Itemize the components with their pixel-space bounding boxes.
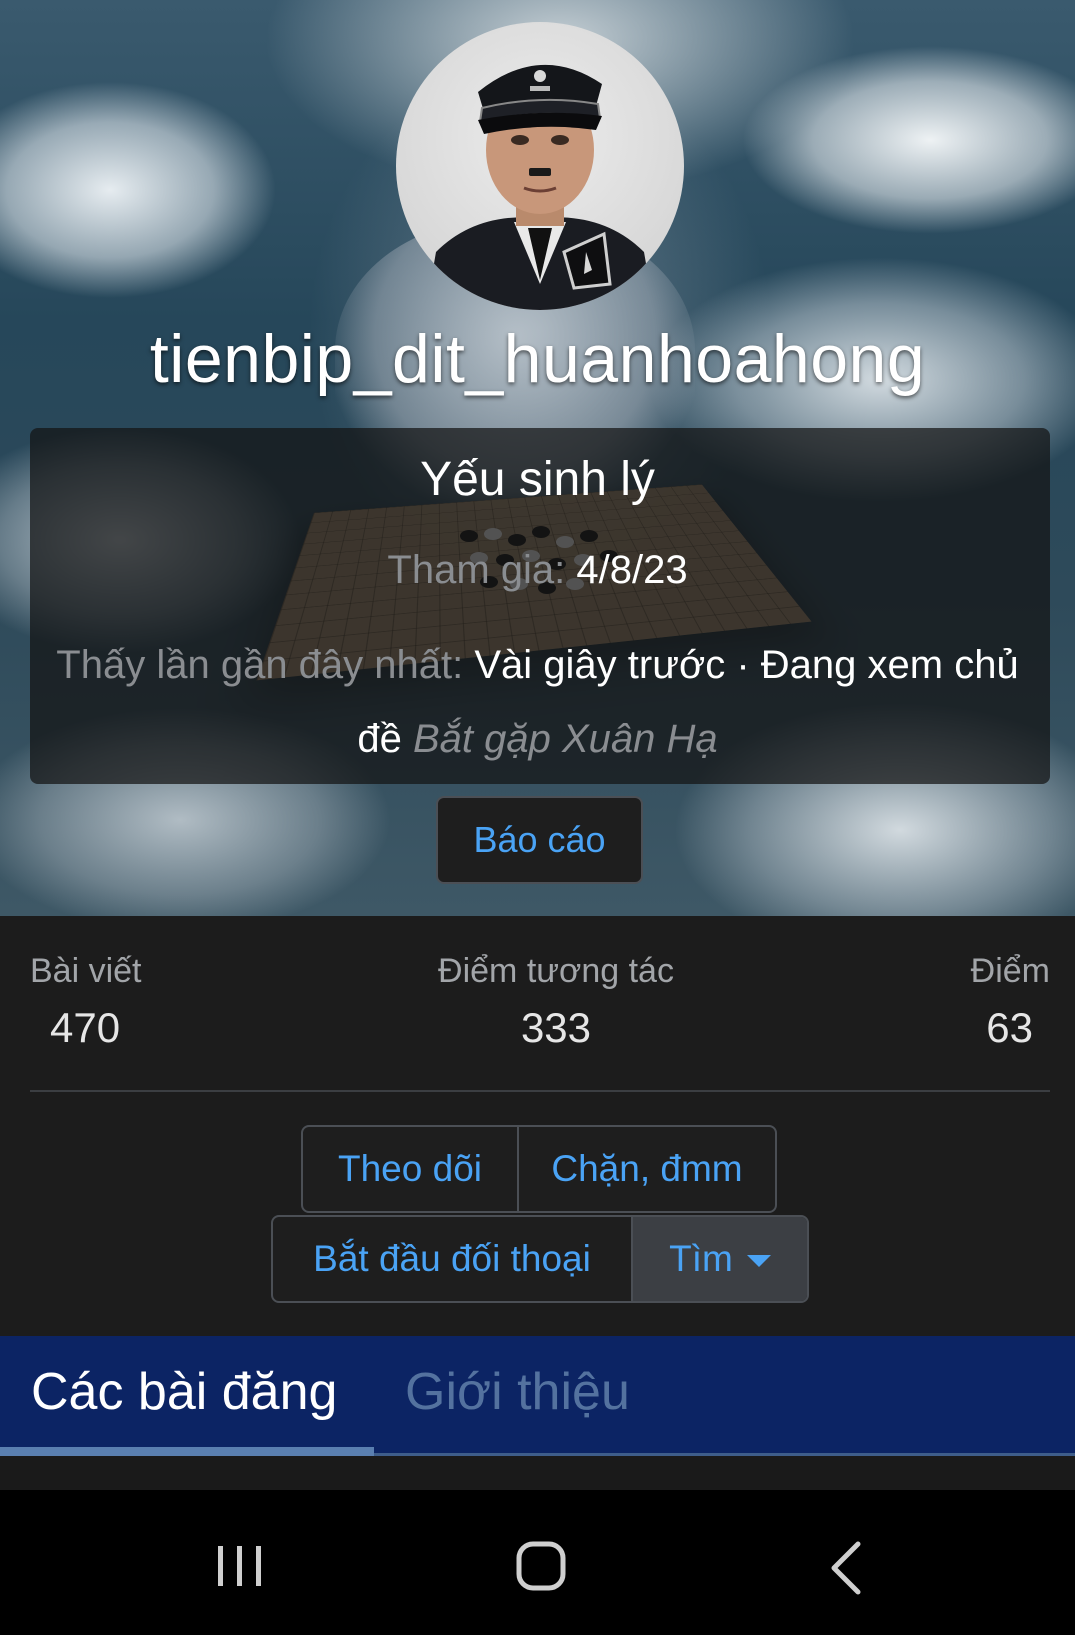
report-button[interactable]: Báo cáo xyxy=(436,796,643,884)
avatar[interactable] xyxy=(396,22,684,310)
joined-date: Tham gia: 4/8/23 xyxy=(0,548,1075,593)
avatar-portrait-image xyxy=(426,64,654,310)
follow-block-group: Theo dõi Chặn, đmm xyxy=(301,1125,777,1213)
tab-posts[interactable]: Các bài đăng xyxy=(31,1336,337,1456)
tab-content-area xyxy=(0,1456,1075,1490)
home-icon[interactable] xyxy=(512,1536,572,1601)
stats-divider xyxy=(30,1090,1050,1092)
follow-button[interactable]: Theo dõi xyxy=(303,1127,517,1211)
tab-about[interactable]: Giới thiệu xyxy=(405,1336,630,1456)
stat-reactions-value[interactable]: 333 xyxy=(0,1004,1075,1052)
stat-points-value[interactable]: 63 xyxy=(986,1004,1033,1052)
find-dropdown-button[interactable]: Tìm xyxy=(631,1217,807,1301)
stat-reactions-label: Điểm tương tác xyxy=(438,952,674,990)
member-profile-page: tienbip_dit_huanhoahong Yếu sinh lý Tham… xyxy=(0,0,1075,1635)
active-tab-indicator xyxy=(0,1447,374,1456)
last-seen-label: Thấy lần gần đây nhất: xyxy=(56,643,464,687)
last-seen: Thấy lần gần đây nhất: Vài giây trước · … xyxy=(50,628,1025,776)
last-seen-thread-link[interactable]: Bắt gặp Xuân Hạ xyxy=(413,717,718,761)
block-button[interactable]: Chặn, đmm xyxy=(517,1127,775,1211)
back-icon[interactable] xyxy=(820,1536,870,1601)
username-heading: tienbip_dit_huanhoahong xyxy=(149,321,926,397)
find-label: Tìm xyxy=(669,1238,733,1279)
joined-label: Tham gia: xyxy=(387,548,566,592)
user-title: Yếu sinh lý xyxy=(420,453,655,506)
conversation-find-group: Bắt đầu đối thoại Tìm xyxy=(271,1215,809,1303)
start-conversation-button[interactable]: Bắt đầu đối thoại xyxy=(273,1217,631,1301)
recent-apps-icon[interactable] xyxy=(212,1536,268,1601)
caret-down-icon xyxy=(746,1255,771,1268)
joined-value: 4/8/23 xyxy=(576,548,688,592)
stat-points-label: Điểm xyxy=(970,952,1050,990)
